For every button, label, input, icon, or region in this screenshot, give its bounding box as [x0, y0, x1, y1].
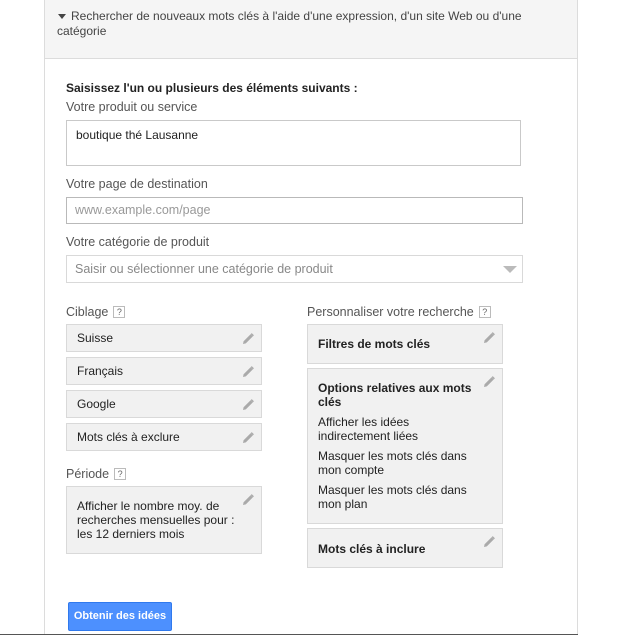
pencil-icon[interactable] [242, 494, 254, 506]
keyword-filters-title: Filtres de mots clés [318, 337, 431, 351]
product-label: Votre produit ou service [66, 100, 198, 114]
period-label: Période? [66, 467, 127, 481]
targeting-language-value: Français [77, 364, 124, 378]
landing-page-input[interactable]: www.example.com/page [66, 197, 523, 224]
targeting-network[interactable]: Google [66, 390, 262, 418]
targeting-negative-keywords-value: Mots clés à exclure [77, 430, 180, 444]
pencil-icon[interactable] [483, 332, 495, 344]
period-label-text: Période [66, 467, 110, 481]
keywords-to-include-title: Mots clés à inclure [318, 542, 426, 556]
customize-label-text: Personnaliser votre recherche [307, 305, 474, 319]
panel-header[interactable]: Rechercher de nouveaux mots clés à l'aid… [45, 0, 577, 59]
divider [0, 634, 578, 635]
pencil-icon[interactable] [242, 366, 254, 378]
period-selector[interactable]: Afficher le nombre moy. de recherches me… [66, 486, 262, 554]
targeting-negative-keywords[interactable]: Mots clés à exclure [66, 423, 262, 451]
category-select[interactable]: Saisir ou sélectionner une catégorie de … [66, 255, 523, 283]
option-hide-account-keywords: Masquer les mots clés dans mon compte [318, 449, 467, 477]
customize-label: Personnaliser votre recherche? [307, 305, 491, 319]
option-related-ideas: Afficher les idées indirectement liées [318, 415, 419, 443]
panel-title[interactable]: Rechercher de nouveaux mots clés à l'aid… [57, 9, 562, 39]
category-label: Votre catégorie de produit [66, 235, 210, 249]
pencil-icon[interactable] [242, 399, 254, 411]
pencil-icon[interactable] [483, 376, 495, 388]
targeting-language[interactable]: Français [66, 357, 262, 385]
category-placeholder: Saisir ou sélectionner une catégorie de … [75, 262, 333, 276]
dropdown-arrow-icon[interactable] [503, 266, 517, 273]
pencil-icon[interactable] [483, 536, 495, 548]
targeting-label: Ciblage? [66, 305, 126, 319]
help-icon[interactable]: ? [114, 468, 127, 480]
keywords-to-include-box[interactable]: Mots clés à inclure [307, 528, 503, 568]
help-icon[interactable]: ? [478, 306, 491, 318]
option-hide-plan-keywords: Masquer les mots clés dans mon plan [318, 483, 467, 511]
keyword-options-box[interactable]: Options relatives aux mots clés Afficher… [307, 368, 503, 524]
targeting-location-value: Suisse [77, 331, 114, 345]
help-icon[interactable]: ? [113, 306, 126, 318]
get-ideas-button[interactable]: Obtenir des idées [68, 602, 172, 631]
section-title: Saisissez l'un ou plusieurs des éléments… [66, 81, 358, 95]
targeting-network-value: Google [77, 397, 116, 411]
keyword-options-title: Options relatives aux mots clés [318, 381, 472, 409]
targeting-label-text: Ciblage [66, 305, 109, 319]
pencil-icon[interactable] [242, 333, 254, 345]
period-value: Afficher le nombre moy. de recherches me… [77, 499, 235, 541]
landing-page-label: Votre page de destination [66, 177, 208, 191]
product-input[interactable]: boutique thé Lausanne [66, 120, 521, 166]
pencil-icon[interactable] [242, 432, 254, 444]
targeting-location[interactable]: Suisse [66, 324, 262, 352]
keyword-filters-box[interactable]: Filtres de mots clés [307, 324, 503, 364]
keyword-search-panel: Rechercher de nouveaux mots clés à l'aid… [44, 0, 578, 634]
